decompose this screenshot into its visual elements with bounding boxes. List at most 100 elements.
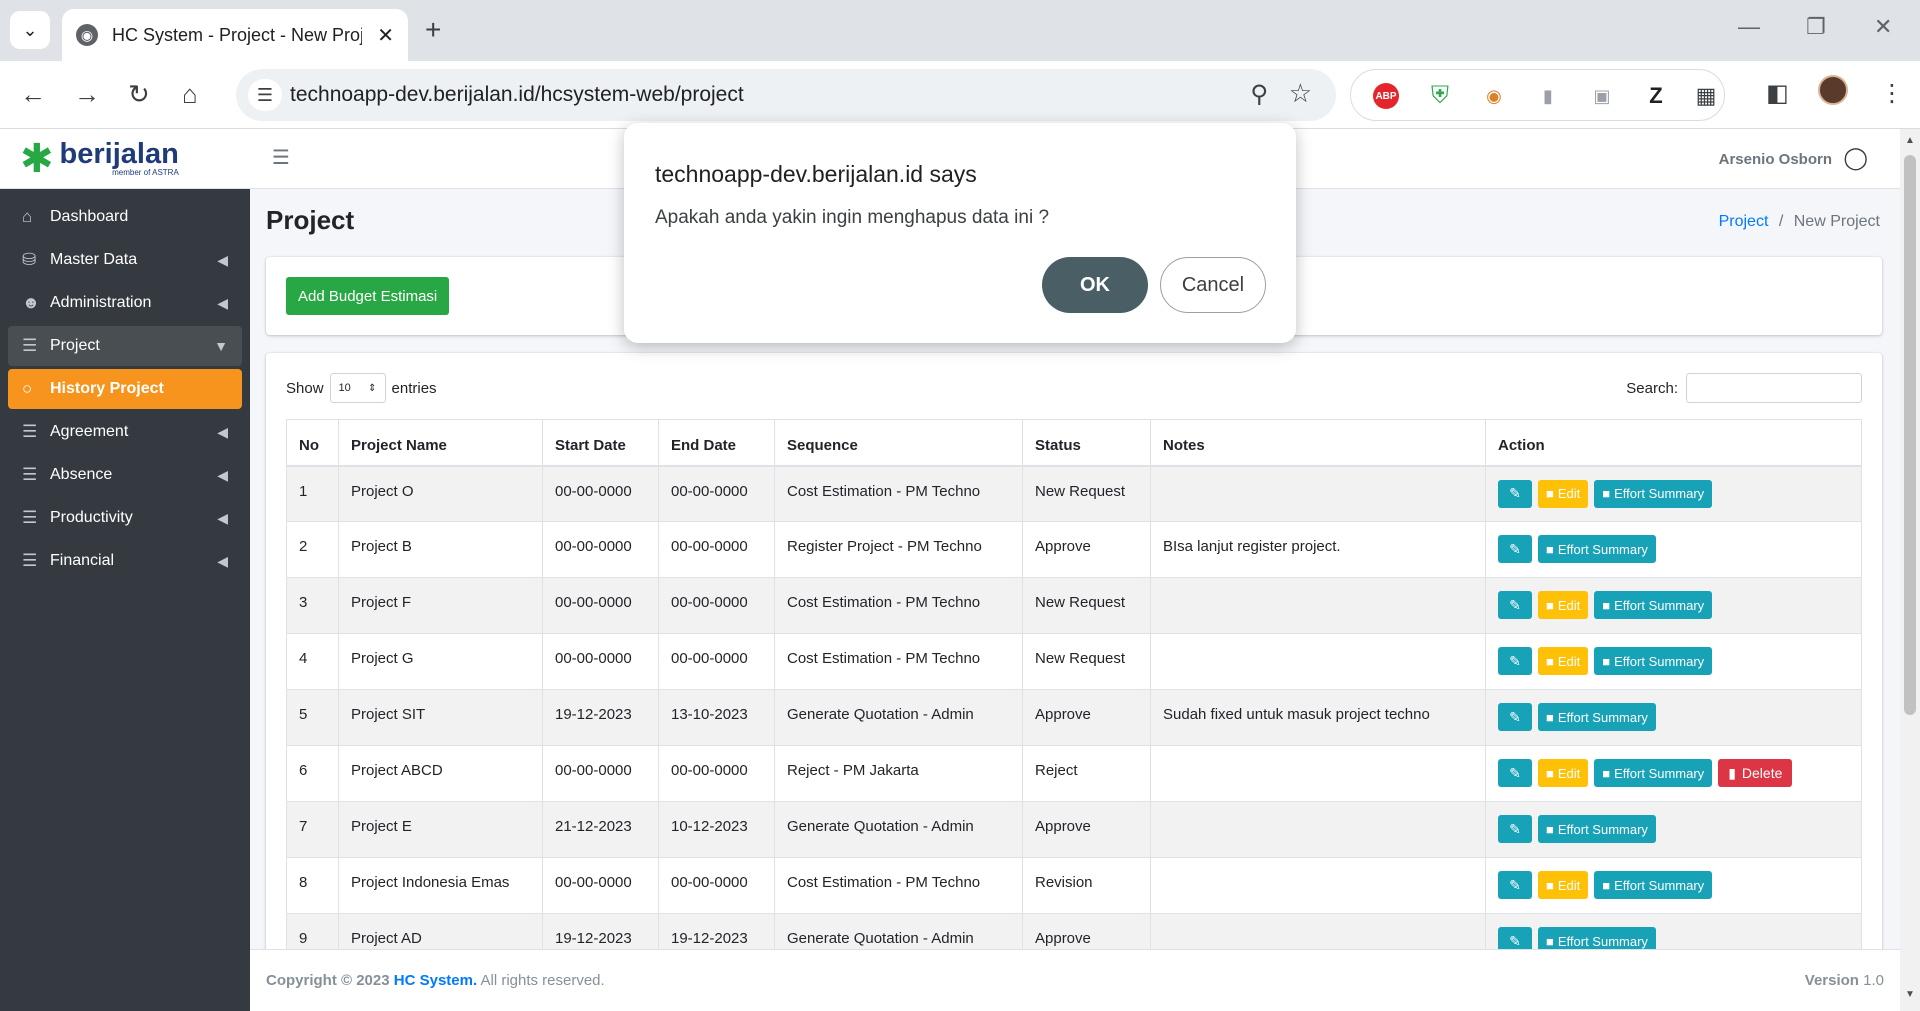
cell-no: 9: [286, 913, 339, 953]
shield-icon[interactable]: ⛨: [1427, 82, 1453, 109]
tab-search-button[interactable]: ⌄: [10, 11, 50, 49]
search-input[interactable]: [1686, 373, 1862, 403]
camera-icon[interactable]: ▣: [1589, 83, 1615, 109]
select-arrows-icon: ⇕: [368, 382, 377, 394]
side-panel-icon[interactable]: ◧: [1766, 79, 1789, 108]
dialog-message: Apakah anda yakin ingin menghapus data i…: [655, 207, 1050, 228]
browser-tab[interactable]: ◉ HC System - Project - New Project ✕: [62, 9, 408, 61]
sidebar-item-master-data[interactable]: ⛁ Master Data ◀: [8, 240, 242, 280]
video-camera-icon[interactable]: ▮: [1535, 83, 1561, 109]
delete-button[interactable]: ▮ Delete: [1718, 759, 1793, 787]
home-icon[interactable]: ⌂: [182, 79, 198, 110]
effort-summary-button[interactable]: ■ Effort Summary: [1594, 479, 1713, 508]
bookmark-star-icon[interactable]: ☆: [1289, 78, 1312, 109]
column-header[interactable]: No: [286, 419, 339, 467]
column-header[interactable]: Notes: [1150, 419, 1486, 467]
z-extension-icon[interactable]: Z: [1643, 83, 1669, 109]
restore-icon[interactable]: ❐: [1806, 14, 1826, 40]
sidebar-item-project[interactable]: ☰ Project ▼: [8, 326, 242, 366]
address-bar[interactable]: ☰ technoapp-dev.berijalan.id/hcsystem-we…: [236, 69, 1336, 121]
edit-button[interactable]: ■ Edit: [1538, 479, 1589, 508]
column-header[interactable]: Action: [1485, 419, 1862, 467]
effort-summary-button[interactable]: ■ Effort Summary: [1538, 703, 1656, 731]
close-icon[interactable]: ✕: [377, 23, 394, 48]
scrollbar-thumb[interactable]: [1904, 155, 1916, 715]
cancel-button[interactable]: Cancel: [1160, 257, 1266, 313]
glasses-icon[interactable]: ◉: [1481, 83, 1507, 109]
scroll-down-icon[interactable]: ▼: [1905, 989, 1915, 1000]
browser-tab-bar: ⌄ ◉ HC System - Project - New Project ✕ …: [0, 0, 1920, 61]
effort-summary-button[interactable]: ■ Effort Summary: [1594, 759, 1713, 787]
sidebar-item-agreement[interactable]: ☰ Agreement ◀: [8, 412, 242, 452]
file-icon: ■: [1546, 653, 1554, 669]
cell-action: ✎ ■ Edit ■ Effort Summary: [1485, 577, 1862, 634]
new-tab-icon[interactable]: +: [425, 14, 441, 46]
reload-icon[interactable]: ↻: [128, 79, 150, 110]
app-name-link[interactable]: HC System.: [394, 972, 477, 989]
sidebar-item-history-project[interactable]: ○ History Project: [8, 369, 242, 409]
page-scrollbar[interactable]: ▲ ▼: [1900, 129, 1920, 1011]
sidebar-item-absence[interactable]: ☰ Absence ◀: [8, 455, 242, 495]
user-name[interactable]: Arsenio Osborn: [1719, 151, 1832, 168]
edit-square-icon[interactable]: ✎: [1498, 479, 1532, 508]
edit-button[interactable]: ■ Edit: [1538, 871, 1589, 899]
site-settings-icon[interactable]: ☰: [248, 79, 282, 111]
minimize-icon[interactable]: —: [1738, 14, 1760, 40]
puzzle-icon[interactable]: ▦: [1693, 83, 1719, 109]
sidebar-item-dashboard[interactable]: ⌂ Dashboard: [8, 197, 242, 237]
effort-summary-label: Effort Summary: [1614, 486, 1705, 501]
forward-icon[interactable]: →: [74, 79, 100, 110]
hamburger-menu-icon[interactable]: ☰: [272, 145, 290, 170]
back-icon[interactable]: ←: [20, 79, 46, 110]
table-row: 7 Project E 21-12-2023 10-12-2023 Generate Q…: [286, 801, 1862, 858]
profile-avatar[interactable]: [1818, 75, 1848, 105]
ok-button[interactable]: OK: [1042, 257, 1148, 313]
cell-project-name: Project E: [338, 801, 543, 858]
column-header[interactable]: Start Date: [542, 419, 659, 467]
effort-summary-button[interactable]: ■ Effort Summary: [1594, 591, 1713, 619]
effort-summary-label: Effort Summary: [1557, 933, 1648, 949]
column-header[interactable]: Sequence: [774, 419, 1023, 467]
edit-square-icon[interactable]: ✎: [1498, 535, 1532, 563]
column-header[interactable]: Status: [1022, 419, 1151, 467]
effort-summary-button[interactable]: ■ Effort Summary: [1538, 535, 1656, 563]
entries-select[interactable]: 10 ⇕: [329, 373, 386, 403]
sidebar-item-administration[interactable]: ☻ Administration ◀: [8, 283, 242, 323]
column-header[interactable]: End Date: [658, 419, 775, 467]
delete-label: Delete: [1741, 765, 1783, 781]
cell-no: 3: [286, 577, 339, 634]
cell-sequence: Cost Estimation - PM Techno: [774, 465, 1023, 522]
edit-button[interactable]: ■ Edit: [1538, 591, 1589, 619]
column-header[interactable]: Project Name: [338, 419, 543, 467]
cell-sequence: Generate Quotation - Admin: [774, 913, 1023, 953]
add-budget-estimasi-button[interactable]: Add Budget Estimasi: [286, 277, 450, 315]
breadcrumb: Project / New Project: [1719, 213, 1880, 231]
effort-summary-button[interactable]: ■ Effort Summary: [1594, 871, 1713, 899]
sidebar-item-productivity[interactable]: ☰ Productivity ◀: [8, 498, 242, 538]
table-body: 1 Project O 00-00-0000 00-00-0000 Cost Estim…: [286, 465, 1862, 953]
cell-action: ✎ ■ Edit ■ Effort Summary: [1485, 633, 1862, 690]
edit-square-icon[interactable]: ✎: [1498, 591, 1532, 619]
edit-square-icon[interactable]: ✎: [1498, 703, 1532, 731]
adblock-icon[interactable]: ABP: [1373, 83, 1399, 109]
edit-square-icon[interactable]: ✎: [1498, 871, 1532, 899]
effort-summary-button[interactable]: ■ Effort Summary: [1594, 647, 1713, 675]
scroll-up-icon[interactable]: ▲: [1905, 135, 1915, 146]
edit-button[interactable]: ■ Edit: [1538, 759, 1589, 787]
effort-summary-button[interactable]: ■ Effort Summary: [1538, 815, 1656, 843]
edit-square-icon[interactable]: ✎: [1498, 759, 1532, 787]
url-text[interactable]: technoapp-dev.berijalan.id/hcsystem-web/…: [290, 83, 744, 107]
user-icon[interactable]: ◯: [1843, 145, 1868, 171]
zoom-icon[interactable]: ⚲: [1250, 80, 1268, 109]
sidebar-item-financial[interactable]: ☰ Financial ◀: [8, 541, 242, 581]
users-icon: ☻: [22, 293, 40, 312]
brand-logo[interactable]: ✱ berijalan member of ASTRA: [0, 129, 250, 189]
edit-square-icon[interactable]: ✎: [1498, 647, 1532, 675]
edit-square-icon[interactable]: ✎: [1498, 815, 1532, 843]
breadcrumb-link[interactable]: Project: [1719, 213, 1769, 230]
window-close-icon[interactable]: ✕: [1874, 14, 1892, 40]
cell-project-name: Project ABCD: [338, 745, 543, 802]
file-icon: ■: [1546, 597, 1554, 613]
edit-button[interactable]: ■ Edit: [1538, 647, 1589, 675]
kebab-menu-icon[interactable]: ⋮: [1880, 79, 1904, 108]
